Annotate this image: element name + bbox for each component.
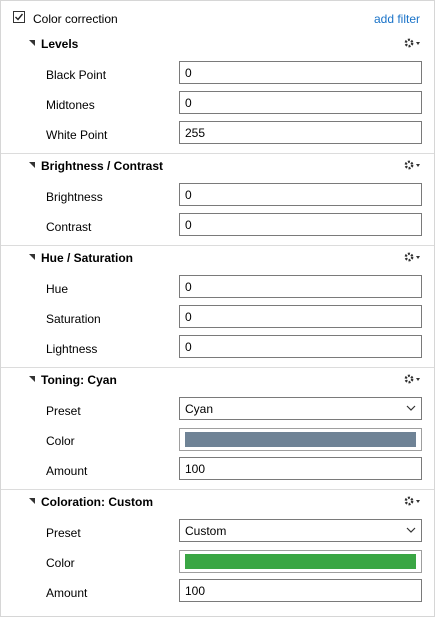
field-row-amount: Amount 100: [1, 577, 434, 607]
filter-title: Color correction: [33, 12, 118, 26]
hue-input[interactable]: 0: [179, 275, 422, 298]
field-row-color: Color: [1, 425, 434, 455]
section-header[interactable]: Brightness / Contrast: [1, 151, 434, 181]
field-row-white-point: White Point 255: [1, 119, 434, 149]
midtones-label: Midtones: [46, 98, 95, 112]
preset-label: Preset: [46, 526, 81, 540]
midtones-input[interactable]: 0: [179, 91, 422, 114]
section-title: Levels: [41, 37, 79, 51]
section-title: Coloration: Custom: [41, 495, 153, 509]
collapse-triangle-icon[interactable]: [29, 40, 35, 46]
collapse-triangle-icon[interactable]: [29, 162, 35, 168]
field-row-saturation: Saturation 0: [1, 303, 434, 333]
field-row-midtones: Midtones 0: [1, 89, 434, 119]
gear-icon[interactable]: [402, 493, 422, 509]
preset-select[interactable]: Custom: [179, 519, 422, 542]
section-title: Toning: Cyan: [41, 373, 117, 387]
field-row-hue: Hue 0: [1, 273, 434, 303]
black-point-label: Black Point: [46, 68, 107, 82]
contrast-input[interactable]: 0: [179, 213, 422, 236]
field-row-amount: Amount 100: [1, 455, 434, 485]
brightness-label: Brightness: [46, 190, 103, 204]
hue-label: Hue: [46, 282, 69, 296]
section-title: Brightness / Contrast: [41, 159, 164, 173]
lightness-input[interactable]: 0: [179, 335, 422, 358]
field-row-preset: Preset Custom: [1, 517, 434, 547]
color-picker[interactable]: [179, 428, 422, 451]
section-toning: Toning: Cyan Preset Cyan Color Amount 10…: [1, 365, 434, 485]
collapse-triangle-icon[interactable]: [29, 498, 35, 504]
white-point-input[interactable]: 255: [179, 121, 422, 144]
collapse-triangle-icon[interactable]: [29, 376, 35, 382]
field-row-color: Color: [1, 547, 434, 577]
black-point-input[interactable]: 0: [179, 61, 422, 84]
checkmark-icon: [15, 13, 24, 21]
field-row-preset: Preset Cyan: [1, 395, 434, 425]
section-header[interactable]: Levels: [1, 29, 434, 59]
amount-input[interactable]: 100: [179, 457, 422, 480]
gear-icon[interactable]: [402, 157, 422, 173]
section-header[interactable]: Coloration: Custom: [1, 487, 434, 517]
filter-panel: Color correction add filter Levels Black…: [0, 0, 435, 617]
enable-checkbox[interactable]: [13, 11, 25, 23]
section-hue-saturation: Hue / Saturation Hue 0 Saturation 0 Ligh…: [1, 243, 434, 363]
collapse-triangle-icon[interactable]: [29, 254, 35, 260]
preset-select[interactable]: Cyan: [179, 397, 422, 420]
saturation-label: Saturation: [46, 312, 101, 326]
section-title: Hue / Saturation: [41, 251, 134, 265]
contrast-label: Contrast: [46, 220, 92, 234]
field-row-lightness: Lightness 0: [1, 333, 434, 363]
amount-label: Amount: [46, 464, 88, 478]
preset-label: Preset: [46, 404, 81, 418]
color-swatch: [185, 432, 416, 447]
section-header[interactable]: Toning: Cyan: [1, 365, 434, 395]
white-point-label: White Point: [46, 128, 108, 142]
field-row-brightness: Brightness 0: [1, 181, 434, 211]
gear-icon[interactable]: [402, 371, 422, 387]
chevron-down-icon: [406, 527, 416, 533]
section-header[interactable]: Hue / Saturation: [1, 243, 434, 273]
color-label: Color: [46, 434, 75, 448]
section-levels: Levels Black Point 0 Midtones 0 White Po…: [1, 29, 434, 149]
field-row-contrast: Contrast 0: [1, 211, 434, 241]
color-swatch: [185, 554, 416, 569]
color-label: Color: [46, 556, 75, 570]
color-picker[interactable]: [179, 550, 422, 573]
field-row-black-point: Black Point 0: [1, 59, 434, 89]
chevron-down-icon: [406, 405, 416, 411]
gear-icon[interactable]: [402, 249, 422, 265]
section-coloration: Coloration: Custom Preset Custom Color A…: [1, 487, 434, 607]
saturation-input[interactable]: 0: [179, 305, 422, 328]
brightness-input[interactable]: 0: [179, 183, 422, 206]
lightness-label: Lightness: [46, 342, 98, 356]
amount-label: Amount: [46, 586, 88, 600]
add-filter-link[interactable]: add filter: [374, 12, 420, 26]
gear-icon[interactable]: [402, 35, 422, 51]
section-brightness-contrast: Brightness / Contrast Brightness 0 Contr…: [1, 151, 434, 241]
amount-input[interactable]: 100: [179, 579, 422, 602]
